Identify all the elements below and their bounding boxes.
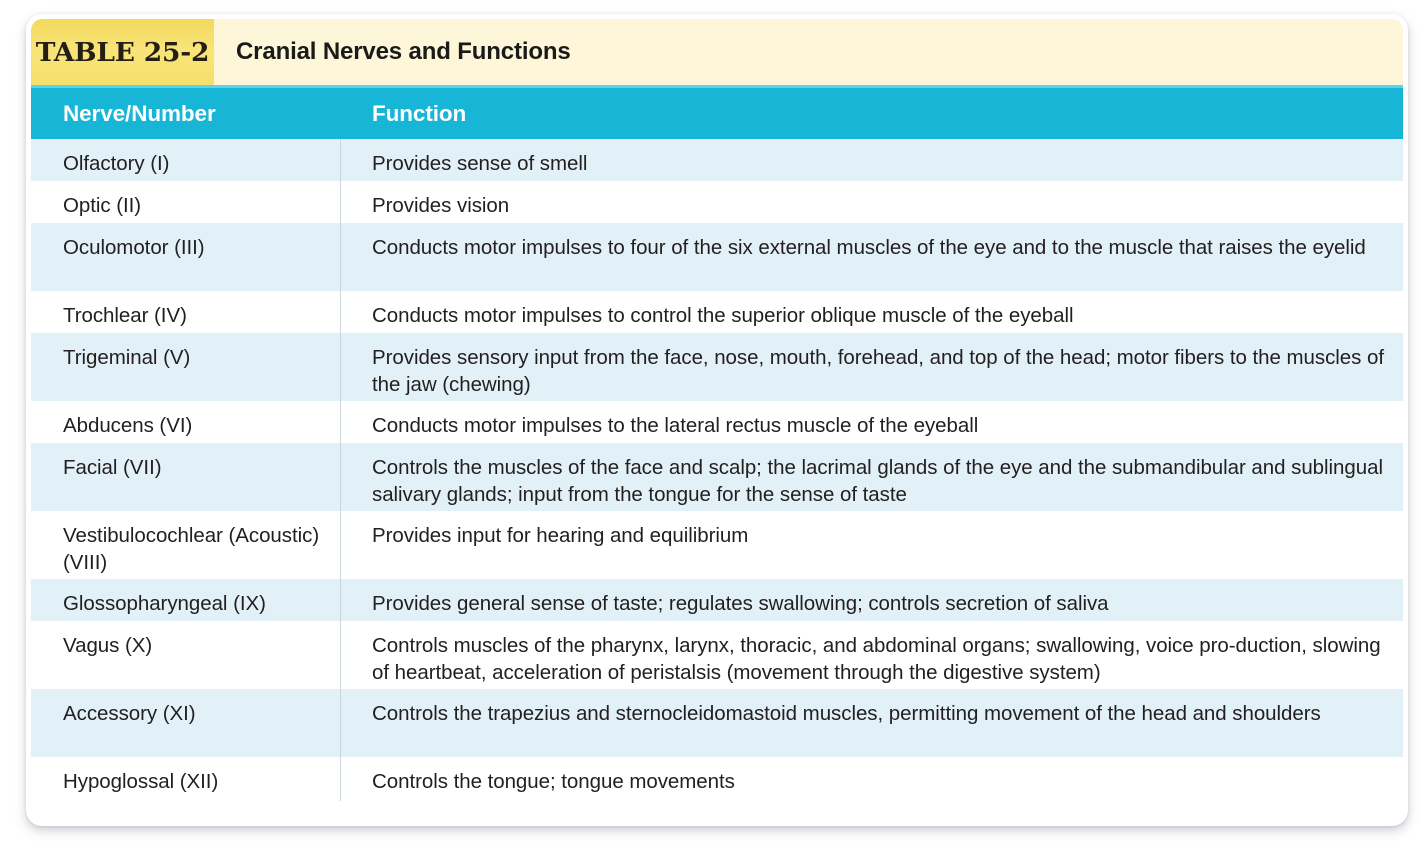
cell-nerve-number: Abducens (VI): [31, 401, 341, 443]
cell-nerve-number: Accessory (XI): [31, 689, 341, 757]
cell-nerve-number: Hypoglossal (XII): [31, 757, 341, 801]
table-row: Glossopharyngeal (IX) Provides general s…: [31, 579, 1403, 621]
cell-function: Controls the tongue; tongue movements: [372, 770, 735, 793]
cell-function: Controls the trapezius and sternocleidom…: [372, 702, 1321, 725]
cell-function: Provides input for hearing and equilibri…: [372, 524, 749, 547]
table-row: Facial (VII) Controls the muscles of the…: [31, 443, 1403, 511]
table-row: Optic (II) Provides vision: [31, 181, 1403, 223]
cell-function: Conducts motor impulses to the lateral r…: [372, 414, 979, 437]
cell-function: Provides general sense of taste; regulat…: [372, 592, 1109, 615]
table-number-badge: TABLE 25-2: [31, 19, 214, 85]
table-row: Accessory (XI) Controls the trapezius an…: [31, 689, 1403, 757]
cell-function: Provides vision: [372, 194, 510, 217]
table-row: Abducens (VI) Conducts motor impulses to…: [31, 401, 1403, 443]
cell-function: Provides sense of smell: [372, 152, 588, 175]
cell-nerve-number: Facial (VII): [31, 443, 341, 511]
table-row: Hypoglossal (XII) Controls the tongue; t…: [31, 757, 1403, 801]
table-card-inner: TABLE 25-2 Cranial Nerves and Functions …: [31, 19, 1403, 821]
cell-function: Conducts motor impulses to four of the s…: [372, 236, 1366, 259]
cell-function: Controls muscles of the pharynx, larynx,…: [372, 634, 1381, 685]
column-header-nerve-number: Nerve/Number: [63, 100, 216, 126]
cell-nerve-number: Optic (II): [31, 181, 341, 223]
table-row: Trigeminal (V) Provides sensory input fr…: [31, 333, 1403, 401]
table-row: Oculomotor (III) Conducts motor impulses…: [31, 223, 1403, 291]
table-row: Vestibulocochlear (Acoustic) (VIII) Prov…: [31, 511, 1403, 579]
table-row: Trochlear (IV) Conducts motor impulses t…: [31, 291, 1403, 333]
cell-nerve-number: Glossopharyngeal (IX): [31, 579, 341, 621]
table-row: Olfactory (I) Provides sense of smell: [31, 139, 1403, 181]
column-header-function: Function: [372, 100, 467, 126]
cell-nerve-number: Vagus (X): [31, 621, 341, 689]
table-title: Cranial Nerves and Functions: [236, 38, 571, 65]
table-row: Vagus (X) Controls muscles of the pharyn…: [31, 621, 1403, 689]
page-background: TABLE 25-2 Cranial Nerves and Functions …: [0, 0, 1425, 848]
cell-function: Provides sensory input from the face, no…: [372, 346, 1384, 397]
table-column-header-row: Nerve/Number Function: [31, 85, 1403, 139]
cell-nerve-number: Vestibulocochlear (Acoustic) (VIII): [31, 511, 341, 579]
cell-nerve-number: Trochlear (IV): [31, 291, 341, 333]
table-card: TABLE 25-2 Cranial Nerves and Functions …: [26, 14, 1408, 826]
table-caption-bar: TABLE 25-2 Cranial Nerves and Functions: [31, 19, 1403, 85]
table-body: Olfactory (I) Provides sense of smell Op…: [31, 139, 1403, 821]
cell-nerve-number: Oculomotor (III): [31, 223, 341, 291]
cell-function: Controls the muscles of the face and sca…: [372, 456, 1383, 507]
cell-nerve-number: Trigeminal (V): [31, 333, 341, 401]
cell-nerve-number: Olfactory (I): [31, 139, 341, 181]
cell-function: Conducts motor impulses to control the s…: [372, 304, 1074, 327]
